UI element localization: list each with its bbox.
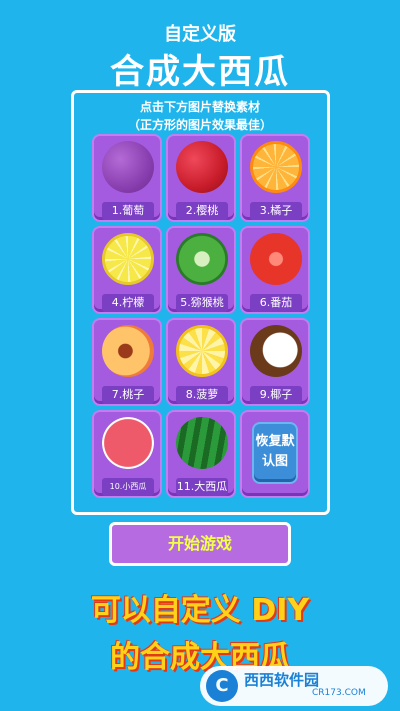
kiwi-icon: [176, 233, 228, 285]
fruit-tile-peach[interactable]: 7.桃子: [92, 318, 162, 406]
fruit-tile-grape[interactable]: 1.葡萄: [92, 134, 162, 222]
coconut-icon: [250, 325, 302, 377]
restore-tile: 恢复默认图: [240, 410, 310, 498]
small-watermelon-icon: [102, 417, 154, 469]
fruit-label: 1.葡萄: [102, 202, 154, 220]
watermark: C 西西软件园 CR173.COM: [200, 666, 388, 706]
fruit-tile-tomato[interactable]: 6.番茄: [240, 226, 310, 314]
fruit-label: 9.椰子: [250, 386, 302, 404]
cherry-icon: [176, 141, 228, 193]
fruit-label: 10.小西瓜: [102, 478, 154, 496]
watermark-logo-icon: C: [206, 670, 238, 702]
start-game-button[interactable]: 开始游戏: [109, 522, 291, 566]
fruit-label: 11.大西瓜: [176, 478, 228, 496]
fruit-tile-lemon[interactable]: 4.柠檬: [92, 226, 162, 314]
fruit-label: 7.桃子: [102, 386, 154, 404]
fruit-tile-kiwi[interactable]: 5.猕猴桃: [166, 226, 236, 314]
pineapple-icon: [176, 325, 228, 377]
restore-default-button[interactable]: 恢复默认图: [252, 422, 298, 484]
fruit-label: 6.番茄: [250, 294, 302, 312]
fruit-label: 8.菠萝: [176, 386, 228, 404]
fruit-tile-coconut[interactable]: 9.椰子: [240, 318, 310, 406]
fruit-label: 2.樱桃: [176, 202, 228, 220]
big-watermelon-icon: [176, 417, 228, 469]
fruit-tile-small-watermelon[interactable]: 10.小西瓜: [92, 410, 162, 498]
page-title: 合成大西瓜: [110, 52, 290, 92]
peach-icon: [102, 325, 154, 377]
fruit-label: 4.柠檬: [102, 294, 154, 312]
hint-line-2: （正方形的图片效果最佳）: [127, 118, 272, 132]
caption-line-1: 可以自定义 DIY: [90, 593, 310, 628]
fruit-tile-big-watermelon[interactable]: 11.大西瓜: [166, 410, 236, 498]
orange-icon: [250, 141, 302, 193]
fruit-tile-orange[interactable]: 3.橘子: [240, 134, 310, 222]
grape-icon: [102, 141, 154, 193]
watermark-url: CR173.COM: [312, 688, 366, 698]
fruit-tile-pineapple[interactable]: 8.菠萝: [166, 318, 236, 406]
hint-line-1: 点击下方图片替换素材: [139, 100, 260, 114]
watermark-text: 西西软件园: [244, 671, 320, 689]
fruit-label: 3.橘子: [250, 202, 302, 220]
fruit-label: 5.猕猴桃: [176, 294, 228, 312]
fruit-tile-cherry[interactable]: 2.樱桃: [166, 134, 236, 222]
lemon-icon: [102, 233, 154, 285]
tomato-icon: [250, 233, 302, 285]
subtitle: 自定义版: [164, 24, 236, 45]
